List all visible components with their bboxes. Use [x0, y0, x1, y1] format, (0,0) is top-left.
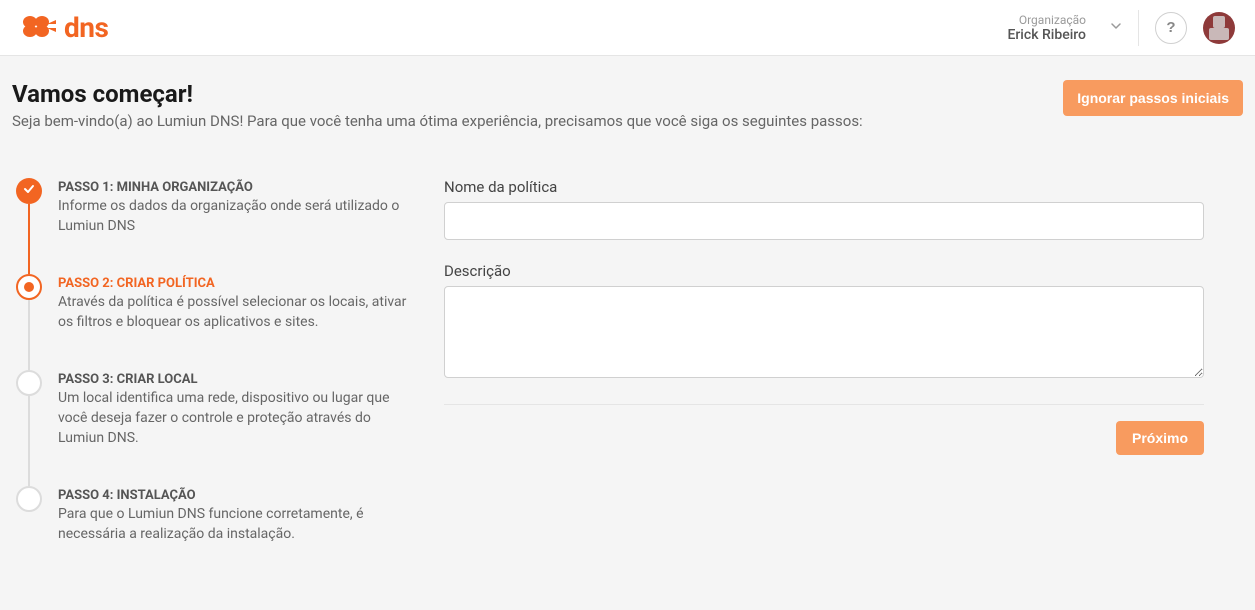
- form-group-name: Nome da política: [444, 178, 1204, 240]
- step-title: PASSO 1: MINHA ORGANIZAÇÃO: [58, 180, 412, 195]
- step-desc: Um local identifica uma rede, dispositiv…: [58, 389, 412, 448]
- check-icon: [22, 182, 36, 200]
- skip-steps-button[interactable]: Ignorar passos iniciais: [1063, 80, 1243, 116]
- page-subtitle: Seja bem-vindo(a) ao Lumiun DNS! Para qu…: [12, 112, 863, 130]
- steps-list: PASSO 1: MINHA ORGANIZAÇÃO Informe os da…: [12, 178, 412, 544]
- step-marker-completed: [16, 178, 42, 204]
- org-switcher[interactable]: Organização Erick Ribeiro: [1007, 13, 1122, 43]
- step-marker-pending: [16, 486, 42, 512]
- page-title: Vamos começar!: [12, 80, 863, 108]
- policy-desc-label: Descrição: [444, 262, 1204, 280]
- step-connector: [28, 396, 30, 486]
- content: PASSO 1: MINHA ORGANIZAÇÃO Informe os da…: [12, 178, 1243, 544]
- step-connector: [28, 300, 30, 370]
- policy-name-input[interactable]: [444, 202, 1204, 240]
- help-button[interactable]: ?: [1155, 12, 1187, 44]
- app-header: dns Organização Erick Ribeiro ?: [0, 0, 1255, 56]
- policy-desc-textarea[interactable]: [444, 286, 1204, 378]
- step-desc: Para que o Lumiun DNS funcione corretame…: [58, 505, 412, 544]
- step-4[interactable]: PASSO 4: INSTALAÇÃO Para que o Lumiun DN…: [16, 486, 412, 544]
- avatar[interactable]: [1203, 12, 1235, 44]
- logo-icon: [20, 13, 58, 43]
- step-desc: Informe os dados da organização onde ser…: [58, 197, 412, 236]
- chevron-down-icon: [1110, 20, 1122, 36]
- step-title: PASSO 4: INSTALAÇÃO: [58, 488, 412, 503]
- form-panel: Nome da política Descrição Próximo: [444, 178, 1204, 544]
- policy-name-label: Nome da política: [444, 178, 1204, 196]
- step-title: PASSO 2: CRIAR POLÍTICA: [58, 276, 412, 291]
- page: Vamos começar! Seja bem-vindo(a) ao Lumi…: [0, 56, 1255, 584]
- org-label: Organização: [1019, 13, 1086, 27]
- form-footer: Próximo: [444, 421, 1204, 455]
- logo[interactable]: dns: [20, 11, 108, 44]
- step-2[interactable]: PASSO 2: CRIAR POLÍTICA Através da polít…: [16, 274, 412, 370]
- page-head: Vamos começar! Seja bem-vindo(a) ao Lumi…: [12, 80, 1243, 130]
- form-group-desc: Descrição: [444, 262, 1204, 382]
- step-marker-pending: [16, 370, 42, 396]
- step-title: PASSO 3: CRIAR LOCAL: [58, 372, 412, 387]
- org-name: Erick Ribeiro: [1007, 27, 1086, 43]
- divider: [444, 404, 1204, 405]
- step-desc: Através da política é possível seleciona…: [58, 293, 412, 332]
- divider: [1138, 10, 1139, 46]
- header-right: Organização Erick Ribeiro ?: [1007, 10, 1235, 46]
- logo-text: dns: [64, 11, 108, 44]
- step-1[interactable]: PASSO 1: MINHA ORGANIZAÇÃO Informe os da…: [16, 178, 412, 274]
- step-3[interactable]: PASSO 3: CRIAR LOCAL Um local identifica…: [16, 370, 412, 486]
- next-button[interactable]: Próximo: [1116, 421, 1204, 455]
- step-connector: [28, 204, 30, 274]
- help-icon: ?: [1166, 19, 1175, 36]
- step-marker-active: [16, 274, 42, 300]
